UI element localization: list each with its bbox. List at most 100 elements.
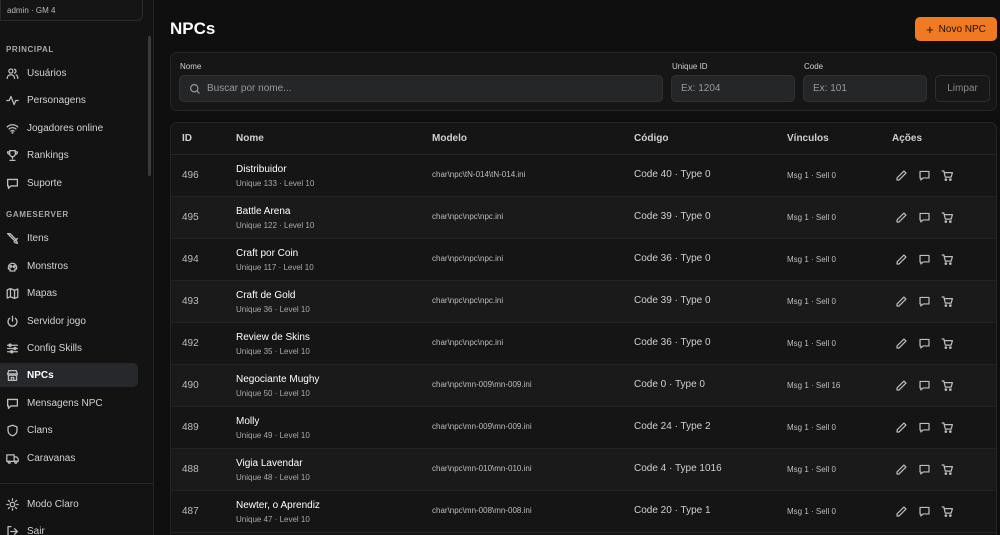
messages-icon[interactable] bbox=[918, 253, 931, 266]
shop-cart-icon[interactable] bbox=[941, 295, 954, 308]
shop-cart-icon[interactable] bbox=[941, 337, 954, 350]
truck-icon bbox=[6, 452, 19, 465]
messages-icon[interactable] bbox=[918, 295, 931, 308]
user-badge[interactable]: admin · GM 4 bbox=[0, 0, 143, 21]
sidebar-item-usuarios[interactable]: Usuários bbox=[0, 61, 138, 85]
shop-cart-icon[interactable] bbox=[941, 211, 954, 224]
npc-name: Review de Skins bbox=[236, 332, 310, 343]
sidebar-item-monstros[interactable]: Monstros bbox=[0, 254, 138, 278]
npc-model-path: char\npc\npc\npc.ini bbox=[432, 338, 504, 347]
sidebar-item-mapas[interactable]: Mapas bbox=[0, 281, 138, 305]
sidebar-item-label: Itens bbox=[27, 232, 49, 244]
table-row[interactable]: 489 Molly Unique 49 · Level 10 char\npc\mn-… bbox=[171, 407, 996, 449]
wifi-icon bbox=[6, 122, 19, 135]
column-header-modelo[interactable]: Modelo bbox=[432, 133, 467, 144]
shop-cart-icon[interactable] bbox=[941, 463, 954, 476]
row-actions bbox=[895, 211, 954, 224]
edit-icon[interactable] bbox=[895, 211, 908, 224]
table-row[interactable]: 487 Newter, o Aprendiz Unique 47 · Level 1… bbox=[171, 491, 996, 533]
table-row[interactable]: 496 Distribuidor Unique 133 · Level 10 char… bbox=[171, 155, 996, 197]
column-header-vinculos[interactable]: Vínculos bbox=[787, 133, 829, 144]
edit-icon[interactable] bbox=[895, 253, 908, 266]
sidebar-item-label: Servidor jogo bbox=[27, 315, 86, 327]
new-npc-button[interactable]: + Novo NPC bbox=[915, 17, 997, 41]
sidebar-item-label: Modo Claro bbox=[27, 498, 79, 510]
row-actions bbox=[895, 505, 954, 518]
npc-code-type: Code 36 · Type 0 bbox=[634, 253, 711, 264]
npc-unique-level: Unique 117 · Level 10 bbox=[236, 263, 314, 272]
edit-icon[interactable] bbox=[895, 295, 908, 308]
messages-icon[interactable] bbox=[918, 505, 931, 518]
sidebar-item-clans[interactable]: Clans bbox=[0, 418, 138, 442]
table-row[interactable]: 492 Review de Skins Unique 35 · Level 10 ch… bbox=[171, 323, 996, 365]
sidebar-item-servidor-jogo[interactable]: Servidor jogo bbox=[0, 309, 138, 333]
shop-cart-icon[interactable] bbox=[941, 253, 954, 266]
shop-cart-icon[interactable] bbox=[941, 421, 954, 434]
unique-id-input[interactable]: Ex: 1204 bbox=[671, 75, 795, 102]
sidebar-item-sair[interactable]: Sair bbox=[0, 519, 138, 535]
edit-icon[interactable] bbox=[895, 337, 908, 350]
shop-cart-icon[interactable] bbox=[941, 505, 954, 518]
sidebar-item-suporte[interactable]: Suporte bbox=[0, 171, 138, 195]
edit-icon[interactable] bbox=[895, 169, 908, 182]
row-actions bbox=[895, 463, 954, 476]
sidebar-scrollbar[interactable] bbox=[148, 36, 151, 176]
search-icon bbox=[189, 83, 201, 95]
sidebar-divider bbox=[0, 483, 154, 484]
messages-icon[interactable] bbox=[918, 211, 931, 224]
npc-name: Craft de Gold bbox=[236, 290, 296, 301]
npc-name: Molly bbox=[236, 416, 260, 427]
table-row[interactable]: 490 Negociante Mughy Unique 50 · Level 10 c… bbox=[171, 365, 996, 407]
npc-name: Negociante Mughy bbox=[236, 374, 320, 385]
shop-cart-icon[interactable] bbox=[941, 169, 954, 182]
edit-icon[interactable] bbox=[895, 379, 908, 392]
sidebar-item-label: Sair bbox=[27, 525, 45, 535]
edit-icon[interactable] bbox=[895, 463, 908, 476]
edit-icon[interactable] bbox=[895, 505, 908, 518]
edit-icon[interactable] bbox=[895, 421, 908, 434]
sidebar-item-npcs[interactable]: NPCs bbox=[0, 363, 138, 387]
sidebar-item-label: Jogadores online bbox=[27, 122, 104, 134]
messages-icon[interactable] bbox=[918, 379, 931, 392]
npc-links: Msg 1 · Sell 16 bbox=[787, 381, 841, 390]
sidebar-item-config-skills[interactable]: Config Skills bbox=[0, 336, 138, 360]
message-square-icon bbox=[6, 397, 19, 410]
npc-id: 487 bbox=[182, 506, 199, 517]
npc-unique-level: Unique 122 · Level 10 bbox=[236, 221, 315, 230]
name-search-input[interactable]: Buscar por nome... bbox=[179, 75, 663, 102]
shop-cart-icon[interactable] bbox=[941, 379, 954, 392]
npc-id: 490 bbox=[182, 380, 199, 391]
table-row[interactable]: 494 Craft por Coin Unique 117 · Level 10 ch… bbox=[171, 239, 996, 281]
npc-id: 494 bbox=[182, 254, 199, 265]
table-row[interactable]: 493 Craft de Gold Unique 36 · Level 10 char… bbox=[171, 281, 996, 323]
table-row[interactable]: 495 Battle Arena Unique 122 · Level 10 char… bbox=[171, 197, 996, 239]
npc-code-type: Code 39 · Type 0 bbox=[634, 295, 711, 306]
messages-icon[interactable] bbox=[918, 421, 931, 434]
sidebar-item-caravanas[interactable]: Caravanas bbox=[0, 446, 138, 470]
messages-icon[interactable] bbox=[918, 337, 931, 350]
column-header-codigo[interactable]: Código bbox=[634, 133, 668, 144]
npc-links: Msg 1 · Sell 0 bbox=[787, 255, 836, 264]
npc-unique-level: Unique 49 · Level 10 bbox=[236, 431, 310, 440]
npc-unique-level: Unique 36 · Level 10 bbox=[236, 305, 310, 314]
trophy-icon bbox=[6, 149, 19, 162]
sword-icon bbox=[6, 232, 19, 245]
sidebar-item-mensagens-npc[interactable]: Mensagens NPC bbox=[0, 391, 138, 415]
sidebar-item-jogadores-online[interactable]: Jogadores online bbox=[0, 116, 138, 140]
skull-icon bbox=[6, 260, 19, 273]
row-actions bbox=[895, 169, 954, 182]
table-row[interactable]: 488 Vigia Lavendar Unique 48 · Level 10 cha… bbox=[171, 449, 996, 491]
clear-button[interactable]: Limpar bbox=[935, 75, 990, 102]
messages-icon[interactable] bbox=[918, 463, 931, 476]
messages-icon[interactable] bbox=[918, 169, 931, 182]
npc-model-path: char\npc\npc\npc.ini bbox=[432, 254, 504, 263]
npc-model-path: char\npc\mn-009\mn-009.ini bbox=[432, 380, 532, 389]
sidebar-item-label: Mensagens NPC bbox=[27, 397, 103, 409]
sidebar-item-itens[interactable]: Itens bbox=[0, 226, 138, 250]
sidebar-item-modo-claro[interactable]: Modo Claro bbox=[0, 492, 138, 516]
sidebar-item-personagens[interactable]: Personagens bbox=[0, 88, 138, 112]
sidebar-item-rankings[interactable]: Rankings bbox=[0, 143, 138, 167]
code-input[interactable]: Ex: 101 bbox=[803, 75, 927, 102]
column-header-nome[interactable]: Nome bbox=[236, 133, 264, 144]
column-header-id[interactable]: ID bbox=[182, 133, 192, 144]
